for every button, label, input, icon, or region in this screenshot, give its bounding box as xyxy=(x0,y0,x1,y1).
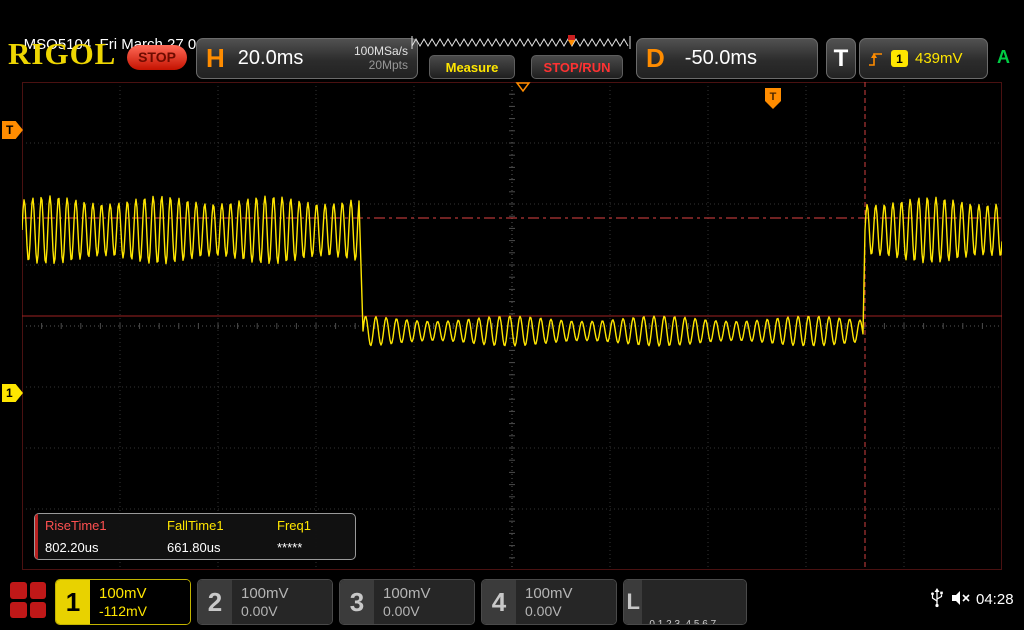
rigol-logo: RIGOL xyxy=(8,36,116,72)
trigger-source-badge: 1 xyxy=(891,50,908,67)
sample-rate: 100MSa/s xyxy=(354,45,408,59)
measurement-value: 802.20us xyxy=(45,540,167,560)
channel2-number: 2 xyxy=(198,580,232,624)
trigger-slope-icon xyxy=(868,49,884,69)
channel3-offset: 0.00V xyxy=(383,603,474,620)
trigger-label: T xyxy=(826,38,856,79)
logic-row1: 0 1 2 3 4 5 6 7 xyxy=(649,617,746,625)
trigger-level-marker[interactable]: T xyxy=(2,121,23,139)
stop-run-button[interactable]: STOP/RUN xyxy=(531,55,623,79)
oscilloscope-screen: MSO5104 Fri March 27 04:28:59 2026 RIGOL… xyxy=(0,0,1024,630)
run-state-badge: STOP xyxy=(127,45,187,70)
acquisition-info: 100MSa/s 20Mpts xyxy=(354,45,408,73)
channel1-number: 1 xyxy=(56,580,90,624)
memory-depth: 20Mpts xyxy=(354,59,408,73)
channel4-button[interactable]: 4 100mV 0.00V xyxy=(481,579,617,625)
svg-text:T: T xyxy=(770,91,777,103)
measurement-value: 661.80us xyxy=(167,540,277,560)
channel1-button[interactable]: 1 100mV -112mV xyxy=(55,579,191,625)
logic-channels-button[interactable]: L 0 1 2 3 4 5 6 7 8 9 10 11 12 13 14 15 xyxy=(623,579,747,625)
channel1-offset: -112mV xyxy=(99,603,190,620)
scope-graticule: T xyxy=(22,82,1002,570)
channel1-scale: 100mV xyxy=(99,585,190,603)
channel3-button[interactable]: 3 100mV 0.00V xyxy=(339,579,475,625)
speaker-muted-icon xyxy=(950,590,972,606)
logic-label: L xyxy=(624,580,642,624)
channel4-offset: 0.00V xyxy=(525,603,616,620)
horizontal-label: H xyxy=(206,43,225,74)
channel2-button[interactable]: 2 100mV 0.00V xyxy=(197,579,333,625)
channel3-scale: 100mV xyxy=(383,585,474,603)
horizontal-scale: 20.0ms xyxy=(238,47,304,70)
trigger-marker-letter: T xyxy=(6,123,13,137)
trigger-level-value: 439mV xyxy=(915,50,963,67)
delay-value: -50.0ms xyxy=(685,47,757,70)
delay-label: D xyxy=(646,43,665,74)
measurement-label: RiseTime1 xyxy=(45,518,167,538)
measurement-popup[interactable]: RiseTime1 FallTime1 Freq1 802.20us 661.8… xyxy=(34,513,356,560)
status-clock: 04:28 xyxy=(976,591,1014,608)
channel2-scale: 100mV xyxy=(241,585,332,603)
menu-grid-icon[interactable] xyxy=(10,582,46,618)
memory-overview-icon xyxy=(410,35,632,52)
trigger-sweep-mode: A xyxy=(997,47,1010,68)
measure-button[interactable]: Measure xyxy=(429,55,515,79)
measurement-value: ***** xyxy=(277,540,357,560)
usb-icon xyxy=(930,588,944,608)
waveform-overview-strip[interactable] xyxy=(410,35,632,52)
trigger-panel[interactable]: 1 439mV xyxy=(859,38,988,79)
channel2-offset: 0.00V xyxy=(241,603,332,620)
measurement-label: Freq1 xyxy=(277,518,357,538)
channel3-number: 3 xyxy=(340,580,374,624)
horizontal-panel[interactable]: H 20.0ms 100MSa/s 20Mpts xyxy=(196,38,418,79)
channel4-scale: 100mV xyxy=(525,585,616,603)
channel1-ground-marker[interactable]: 1 xyxy=(2,384,23,402)
measurement-label: FallTime1 xyxy=(167,518,277,538)
waveform-display[interactable]: T xyxy=(22,82,1002,570)
channel4-number: 4 xyxy=(482,580,516,624)
titlebar: MSO5104 Fri March 27 04:28:59 2026 xyxy=(0,0,1024,30)
channel1-marker-number: 1 xyxy=(6,386,13,400)
delay-panel[interactable]: D -50.0ms xyxy=(636,38,818,79)
